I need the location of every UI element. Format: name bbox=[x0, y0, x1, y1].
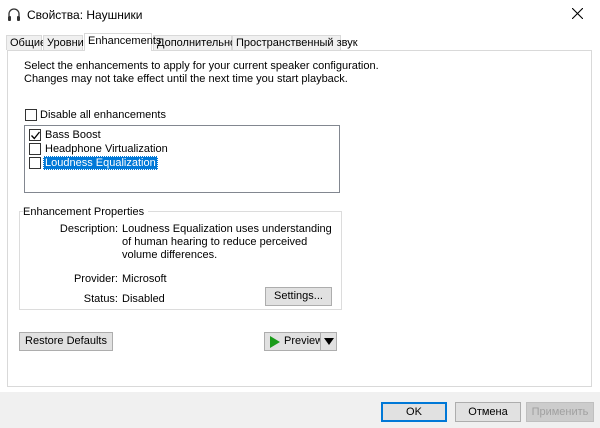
apply-button[interactable]: Применить bbox=[526, 402, 594, 422]
tab-levels[interactable]: Уровни bbox=[43, 35, 84, 50]
provider-label: Provider: bbox=[73, 273, 118, 285]
ok-button[interactable]: OK bbox=[381, 402, 447, 422]
preview-split-button: Preview bbox=[264, 332, 337, 351]
enhancements-panel: Select the enhancements to apply for you… bbox=[7, 50, 592, 387]
enhancements-list[interactable]: Bass Boost Headphone Virtualization Loud… bbox=[24, 125, 340, 193]
preview-label: Preview bbox=[284, 335, 324, 347]
headphones-icon bbox=[6, 7, 22, 23]
enhancement-properties-group: Description: Loudness Equalization uses … bbox=[19, 211, 342, 310]
close-icon bbox=[571, 7, 583, 22]
enhancement-properties-title: Enhancement Properties bbox=[23, 206, 149, 218]
status-label: Status: bbox=[83, 293, 118, 305]
tab-spatial-sound[interactable]: Пространственный звук bbox=[232, 35, 358, 50]
disable-all-checkbox[interactable] bbox=[25, 109, 37, 121]
restore-defaults-button[interactable]: Restore Defaults bbox=[19, 332, 113, 351]
description-value: Loudness Equalization uses understanding… bbox=[122, 223, 332, 261]
close-button[interactable] bbox=[554, 0, 600, 30]
tab-general[interactable]: Общие bbox=[6, 35, 46, 50]
bass-boost-checkbox[interactable] bbox=[29, 129, 41, 141]
title-bar: Свойства: Наушники bbox=[0, 0, 600, 30]
play-icon bbox=[269, 336, 281, 351]
dialog-footer: OK Отмена Применить bbox=[0, 392, 600, 428]
cancel-button[interactable]: Отмена bbox=[455, 402, 521, 422]
tab-advanced[interactable]: Дополнительно bbox=[153, 35, 236, 50]
loudness-equalization-checkbox[interactable] bbox=[29, 157, 41, 169]
settings-button[interactable]: Settings... bbox=[265, 287, 332, 306]
window-title: Свойства: Наушники bbox=[27, 8, 143, 22]
headphone-virtualization-checkbox[interactable] bbox=[29, 143, 41, 155]
description-label: Description: bbox=[59, 223, 118, 235]
bass-boost-label: Bass Boost bbox=[45, 129, 101, 141]
disable-all-label: Disable all enhancements bbox=[40, 109, 166, 121]
enhancements-description: Select the enhancements to apply for you… bbox=[24, 60, 379, 85]
headphone-virtualization-label: Headphone Virtualization bbox=[45, 143, 168, 155]
preview-button[interactable]: Preview bbox=[264, 332, 324, 351]
tab-enhancements[interactable]: Enhancements bbox=[84, 33, 161, 51]
preview-dropdown-button[interactable] bbox=[320, 332, 337, 351]
checkmark-icon bbox=[31, 131, 40, 140]
loudness-equalization-label: Loudness Equalization bbox=[43, 156, 158, 170]
provider-value: Microsoft bbox=[122, 273, 167, 285]
